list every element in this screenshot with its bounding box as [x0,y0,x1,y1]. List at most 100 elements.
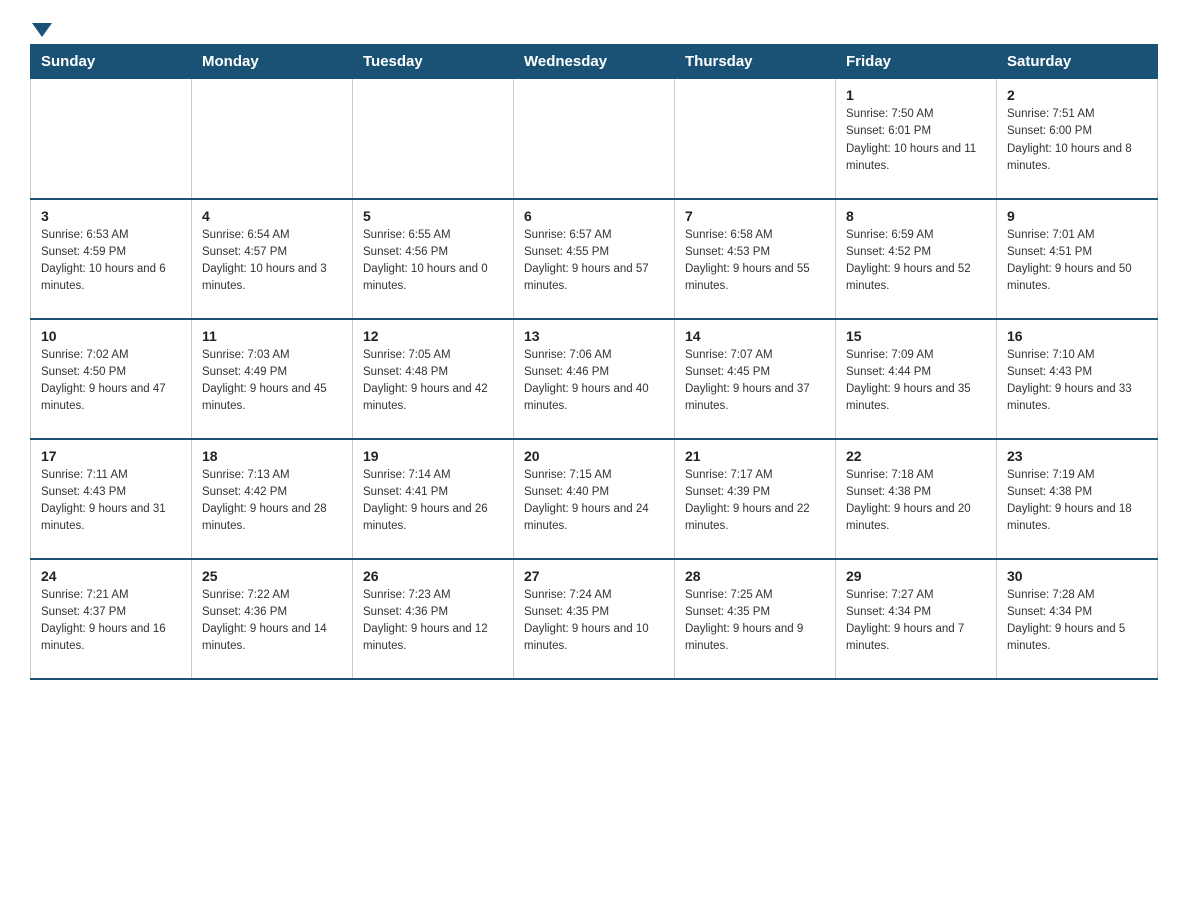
day-number: 24 [41,568,181,584]
day-info: Sunrise: 7:05 AM Sunset: 4:48 PM Dayligh… [363,347,503,416]
calendar-cell: 12 Sunrise: 7:05 AM Sunset: 4:48 PM Dayli… [353,319,514,439]
calendar-cell: 21Sunrise: 7:17 AM Sunset: 4:39 PM Dayli… [675,439,836,559]
day-number: 2 [1007,87,1147,103]
day-number: 15 [846,328,986,344]
day-info: Sunrise: 7:02 AM Sunset: 4:50 PM Dayligh… [41,347,181,416]
weekday-header-friday: Friday [836,45,997,79]
calendar-cell: 8Sunrise: 6:59 AM Sunset: 4:52 PM Daylig… [836,199,997,319]
day-number: 11 [202,328,342,344]
day-number: 19 [363,448,503,464]
calendar-cell: 30 Sunrise: 7:28 AM Sunset: 4:34 PM Dayli… [997,559,1158,679]
calendar-cell: 17 Sunrise: 7:11 AM Sunset: 4:43 PM Dayli… [31,439,192,559]
weekday-header-tuesday: Tuesday [353,45,514,79]
calendar-cell: 13 Sunrise: 7:06 AM Sunset: 4:46 PM Dayli… [514,319,675,439]
day-info: Sunrise: 7:07 AM Sunset: 4:45 PM Dayligh… [685,347,825,416]
day-info: Sunrise: 6:58 AM Sunset: 4:53 PM Dayligh… [685,227,825,296]
day-info: Sunrise: 7:23 AM Sunset: 4:36 PM Dayligh… [363,587,503,656]
day-number: 6 [524,208,664,224]
calendar-cell: 4 Sunrise: 6:54 AM Sunset: 4:57 PM Daylig… [192,199,353,319]
day-number: 12 [363,328,503,344]
day-number: 16 [1007,328,1147,344]
weekday-header-monday: Monday [192,45,353,79]
day-info: Sunrise: 7:25 AM Sunset: 4:35 PM Dayligh… [685,587,825,656]
day-number: 4 [202,208,342,224]
day-info: Sunrise: 7:18 AM Sunset: 4:38 PM Dayligh… [846,467,986,536]
day-info: Sunrise: 7:50 AM Sunset: 6:01 PM Dayligh… [846,106,986,175]
calendar-cell: 18 Sunrise: 7:13 AM Sunset: 4:42 PM Dayli… [192,439,353,559]
calendar-cell: 20Sunrise: 7:15 AM Sunset: 4:40 PM Dayli… [514,439,675,559]
calendar-cell: 23Sunrise: 7:19 AM Sunset: 4:38 PM Dayli… [997,439,1158,559]
day-info: Sunrise: 7:11 AM Sunset: 4:43 PM Dayligh… [41,467,181,536]
day-number: 18 [202,448,342,464]
day-number: 14 [685,328,825,344]
day-number: 3 [41,208,181,224]
weekday-header-sunday: Sunday [31,45,192,79]
day-number: 26 [363,568,503,584]
day-info: Sunrise: 7:21 AM Sunset: 4:37 PM Dayligh… [41,587,181,656]
day-number: 1 [846,87,986,103]
calendar-week-row: 17 Sunrise: 7:11 AM Sunset: 4:43 PM Dayli… [31,439,1158,559]
calendar-cell: 19 Sunrise: 7:14 AM Sunset: 4:41 PM Dayli… [353,439,514,559]
calendar-cell [192,79,353,199]
calendar-cell [514,79,675,199]
day-number: 5 [363,208,503,224]
day-info: Sunrise: 7:03 AM Sunset: 4:49 PM Dayligh… [202,347,342,416]
calendar-cell: 24 Sunrise: 7:21 AM Sunset: 4:37 PM Dayli… [31,559,192,679]
calendar-cell: 2Sunrise: 7:51 AM Sunset: 6:00 PM Daylig… [997,79,1158,199]
calendar-cell: 9Sunrise: 7:01 AM Sunset: 4:51 PM Daylig… [997,199,1158,319]
calendar-cell [675,79,836,199]
day-info: Sunrise: 7:24 AM Sunset: 4:35 PM Dayligh… [524,587,664,656]
day-number: 7 [685,208,825,224]
calendar-cell: 16 Sunrise: 7:10 AM Sunset: 4:43 PM Dayli… [997,319,1158,439]
calendar-cell: 28 Sunrise: 7:25 AM Sunset: 4:35 PM Dayli… [675,559,836,679]
calendar-cell: 25 Sunrise: 7:22 AM Sunset: 4:36 PM Dayli… [192,559,353,679]
calendar-cell [353,79,514,199]
day-number: 30 [1007,568,1147,584]
day-number: 9 [1007,208,1147,224]
calendar-cell: 1 Sunrise: 7:50 AM Sunset: 6:01 PM Daylig… [836,79,997,199]
calendar-cell: 6 Sunrise: 6:57 AM Sunset: 4:55 PM Daylig… [514,199,675,319]
calendar-table: SundayMondayTuesdayWednesdayThursdayFrid… [30,44,1158,680]
day-number: 8 [846,208,986,224]
day-info: Sunrise: 7:09 AM Sunset: 4:44 PM Dayligh… [846,347,986,416]
calendar-cell: 27 Sunrise: 7:24 AM Sunset: 4:35 PM Dayli… [514,559,675,679]
calendar-cell: 26 Sunrise: 7:23 AM Sunset: 4:36 PM Dayli… [353,559,514,679]
calendar-header-row: SundayMondayTuesdayWednesdayThursdayFrid… [31,45,1158,79]
weekday-header-thursday: Thursday [675,45,836,79]
day-number: 29 [846,568,986,584]
calendar-cell: 11 Sunrise: 7:03 AM Sunset: 4:49 PM Dayli… [192,319,353,439]
day-number: 13 [524,328,664,344]
day-info: Sunrise: 7:28 AM Sunset: 4:34 PM Dayligh… [1007,587,1147,656]
day-info: Sunrise: 7:06 AM Sunset: 4:46 PM Dayligh… [524,347,664,416]
day-info: Sunrise: 6:53 AM Sunset: 4:59 PM Dayligh… [41,227,181,296]
day-info: Sunrise: 6:55 AM Sunset: 4:56 PM Dayligh… [363,227,503,296]
day-number: 20 [524,448,664,464]
weekday-header-saturday: Saturday [997,45,1158,79]
day-number: 22 [846,448,986,464]
day-info: Sunrise: 7:17 AM Sunset: 4:39 PM Dayligh… [685,467,825,536]
calendar-cell: 14 Sunrise: 7:07 AM Sunset: 4:45 PM Dayli… [675,319,836,439]
calendar-cell: 15 Sunrise: 7:09 AM Sunset: 4:44 PM Dayli… [836,319,997,439]
day-number: 23 [1007,448,1147,464]
day-info: Sunrise: 7:27 AM Sunset: 4:34 PM Dayligh… [846,587,986,656]
day-info: Sunrise: 7:13 AM Sunset: 4:42 PM Dayligh… [202,467,342,536]
day-number: 10 [41,328,181,344]
day-number: 17 [41,448,181,464]
day-info: Sunrise: 7:22 AM Sunset: 4:36 PM Dayligh… [202,587,342,656]
calendar-week-row: 3 Sunrise: 6:53 AM Sunset: 4:59 PM Daylig… [31,199,1158,319]
day-info: Sunrise: 6:57 AM Sunset: 4:55 PM Dayligh… [524,227,664,296]
day-info: Sunrise: 6:54 AM Sunset: 4:57 PM Dayligh… [202,227,342,296]
day-number: 25 [202,568,342,584]
day-number: 28 [685,568,825,584]
day-number: 27 [524,568,664,584]
day-info: Sunrise: 7:10 AM Sunset: 4:43 PM Dayligh… [1007,347,1147,416]
calendar-cell: 7 Sunrise: 6:58 AM Sunset: 4:53 PM Daylig… [675,199,836,319]
calendar-cell: 3 Sunrise: 6:53 AM Sunset: 4:59 PM Daylig… [31,199,192,319]
logo-arrow-icon [32,23,52,37]
calendar-cell: 10 Sunrise: 7:02 AM Sunset: 4:50 PM Dayli… [31,319,192,439]
calendar-week-row: 10 Sunrise: 7:02 AM Sunset: 4:50 PM Dayli… [31,319,1158,439]
calendar-cell: 22 Sunrise: 7:18 AM Sunset: 4:38 PM Dayli… [836,439,997,559]
calendar-cell [31,79,192,199]
day-info: Sunrise: 7:14 AM Sunset: 4:41 PM Dayligh… [363,467,503,536]
calendar-cell: 5 Sunrise: 6:55 AM Sunset: 4:56 PM Daylig… [353,199,514,319]
